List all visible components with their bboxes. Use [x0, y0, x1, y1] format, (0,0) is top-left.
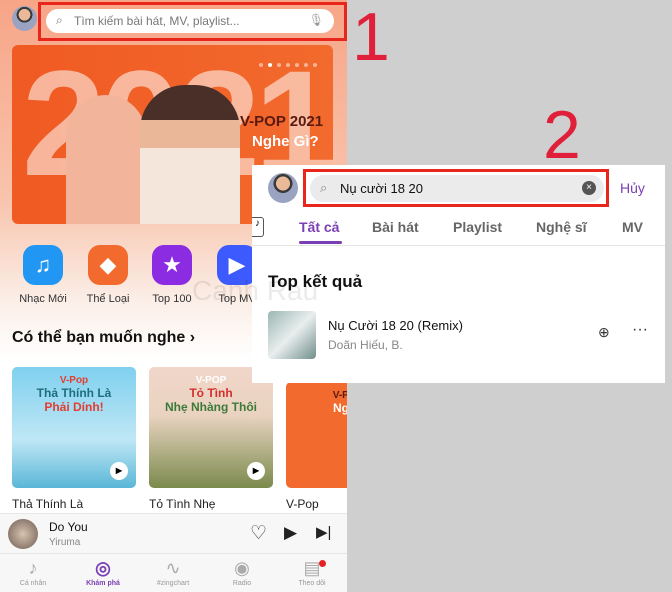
shapes-icon: ◆ [88, 245, 128, 285]
tab-songs[interactable]: Bài hát [372, 219, 419, 235]
tab-playlist[interactable]: Playlist [453, 219, 502, 235]
microphone-icon[interactable]: 🎙 [309, 13, 324, 27]
playlist-card[interactable]: V-POPNghe [286, 382, 347, 488]
album-art [8, 519, 38, 549]
carousel-dots[interactable] [259, 54, 322, 72]
tab-artists[interactable]: Nghệ sĩ [536, 219, 587, 235]
category-label: Nhạc Mới [19, 293, 67, 305]
annotation-number-2: 2 [543, 97, 581, 173]
search-input[interactable]: ⌕ Nụ cười 18 20 × [310, 175, 604, 202]
search-icon: ⌕ [56, 13, 63, 27]
search-screen: ⌕ Nụ cười 18 20 × Hủy ♪ Tất cả Bài hát P… [192, 165, 665, 383]
radio-icon: ◉ [234, 558, 250, 578]
playlist-card[interactable]: V-Pop Thả Thính Là Phải Dính! ▶ [12, 367, 136, 488]
category-label: Thể Loại [86, 293, 130, 305]
avatar[interactable] [268, 173, 298, 203]
music-note-icon: ♫ [23, 245, 63, 285]
chart-icon: ∿ [165, 558, 181, 578]
avatar[interactable] [12, 6, 37, 31]
result-title: Nụ Cười 18 20 (Remix) [328, 318, 463, 333]
mini-player[interactable]: Do You Yiruma ♡ ▶ ▶| [0, 513, 347, 553]
music-icon: ♪ [252, 217, 264, 237]
tab-radio[interactable]: ◉ Radio [217, 558, 267, 587]
play-icon[interactable]: ▶ [110, 462, 128, 480]
banner-title: V-POP 2021 [240, 113, 324, 130]
artist-image [140, 85, 240, 224]
chevron-right-icon: › [189, 329, 196, 346]
category-genres[interactable]: ◆ Thể Loại [84, 245, 132, 305]
notification-dot [319, 560, 326, 567]
result-artist: Doãn Hiếu, B. [328, 338, 403, 352]
category-new-music[interactable]: ♫ Nhạc Mới [19, 245, 67, 305]
play-icon[interactable]: ▶ [284, 523, 297, 543]
tab-discover[interactable]: ◎ Khám phá [78, 558, 128, 587]
card-label: Thả Thính Là [12, 497, 84, 511]
annotation-number-1: 1 [352, 0, 390, 75]
active-tab-indicator [299, 241, 342, 244]
search-query: Nụ cười 18 20 [340, 181, 423, 196]
playlist-card[interactable]: V-POP Tỏ Tình Nhẹ Nhàng Thôi ▶ [149, 367, 273, 488]
category-top100[interactable]: ★ Top 100 [148, 245, 196, 305]
category-label: Top 100 [152, 293, 192, 305]
search-icon: ⌕ [320, 180, 328, 195]
disc-icon: ◎ [95, 558, 111, 578]
cancel-button[interactable]: Hủy [620, 180, 645, 196]
section-title[interactable]: Có thể bạn muốn nghe › [12, 329, 195, 347]
clear-icon[interactable]: × [582, 181, 596, 195]
library-icon: ♪ [28, 558, 38, 578]
next-icon[interactable]: ▶| [316, 523, 331, 541]
card-label: Tỏ Tình Nhẹ [149, 497, 216, 511]
tab-zingchart[interactable]: ∿ #zingchart [148, 558, 198, 587]
tab-personal[interactable]: ♪ Cá nhân [8, 558, 58, 587]
heart-icon[interactable]: ♡ [250, 522, 267, 545]
divider [252, 245, 665, 246]
tab-following[interactable]: ▤ Theo dõi [287, 558, 337, 587]
banner-subtitle: Nghe Gì? [252, 133, 319, 150]
tab-all[interactable]: Tất cả [299, 219, 339, 235]
play-icon[interactable]: ▶ [247, 462, 265, 480]
add-to-playlist-icon[interactable]: ⊕ [598, 324, 610, 341]
bottom-tab-bar: ♪ Cá nhân ◎ Khám phá ∿ #zingchart ◉ Radio ▤ T… [0, 553, 347, 592]
star-icon: ★ [152, 245, 192, 285]
search-input[interactable]: ⌕ Tìm kiếm bài hát, MV, playlist... 🎙 [46, 9, 334, 33]
artist-image [66, 95, 146, 224]
search-placeholder: Tìm kiếm bài hát, MV, playlist... [74, 14, 240, 28]
more-icon[interactable]: ··· [632, 321, 648, 339]
result-row[interactable]: Nụ Cười 18 20 (Remix) Doãn Hiếu, B. ⊕ ··… [252, 308, 665, 360]
watermark: Canh Rau [192, 275, 319, 306]
feed-icon: ▤ [303, 558, 321, 578]
track-artist: Yiruma [49, 537, 81, 548]
result-thumbnail [268, 311, 316, 359]
track-title: Do You [49, 520, 88, 534]
tab-mv[interactable]: MV [622, 219, 643, 235]
